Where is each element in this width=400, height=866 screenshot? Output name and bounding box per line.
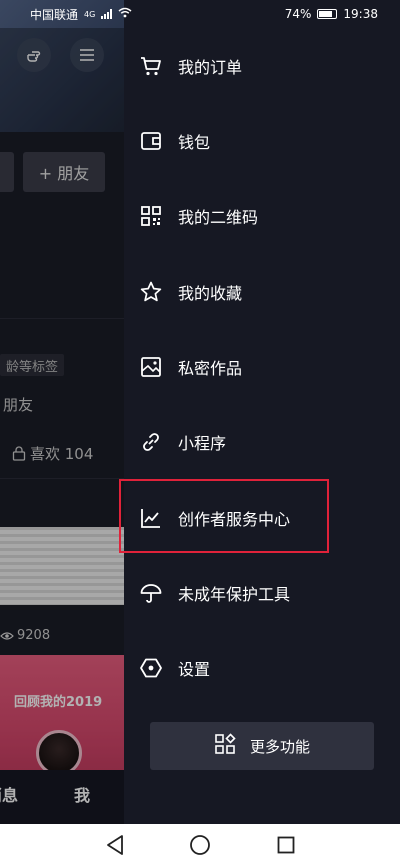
menu-item-creator-center[interactable]: 创作者服务中心 — [124, 490, 400, 546]
carrier-name: 中国联通 — [30, 7, 79, 22]
eye-icon — [0, 631, 14, 640]
menu-item-label: 设置 — [178, 660, 211, 679]
grid-icon — [214, 733, 236, 759]
menu-item-orders[interactable]: 我的订单 — [124, 38, 400, 94]
menu-item-private-works[interactable]: 私密作品 — [124, 339, 400, 395]
network-type: 4G — [84, 9, 96, 19]
clock: 19:38 — [343, 7, 378, 21]
thumbnail-title: 回顾我的2019 — [14, 695, 103, 710]
menu-item-label: 私密作品 — [178, 359, 243, 378]
profile-tag: 龄等标签 — [0, 354, 65, 376]
nav-messages[interactable]: 消息 — [0, 782, 18, 806]
side-drawer: 我的订单 钱包 我的二维码 我的收藏 私密作品 小程序 创作者服务中心 未成年保… — [124, 0, 400, 824]
signal-icon — [101, 9, 113, 19]
friends-text: 朋友 — [3, 396, 34, 414]
video-thumbnail[interactable] — [0, 527, 124, 605]
qr-code-icon — [138, 203, 164, 229]
more-functions-button[interactable]: 更多功能 — [150, 722, 374, 770]
more-functions-label: 更多功能 — [249, 737, 310, 756]
menu-item-mini-programs[interactable]: 小程序 — [124, 414, 400, 470]
menu-item-minor-protection[interactable]: 未成年保护工具 — [124, 565, 400, 621]
add-friends-button[interactable]: + 朋友 — [23, 152, 105, 192]
nav-me[interactable]: 我 — [74, 782, 90, 806]
menu-item-label: 创作者服务中心 — [178, 510, 291, 529]
divider — [0, 478, 124, 479]
battery-icon — [317, 9, 338, 19]
profile-tag-text: 龄等标签 — [6, 359, 59, 375]
edit-profile-button[interactable] — [0, 152, 14, 192]
menu-item-label: 我的订单 — [178, 58, 243, 77]
status-bar: 中国联通 4G 74% 19:38 — [0, 0, 400, 28]
background-profile-page: + 朋友 龄等标签 朋友 喜欢 104 9208 回顾我的2019 消息 我 — [0, 0, 124, 824]
cart-icon — [138, 53, 164, 79]
menu-item-label: 未成年保护工具 — [178, 585, 291, 604]
likes-tab[interactable]: 喜欢 104 — [12, 443, 93, 464]
system-nav-bar — [0, 824, 400, 866]
menu-item-label: 钱包 — [178, 133, 211, 152]
wallet-icon — [138, 128, 164, 154]
hamburger-icon — [80, 49, 94, 61]
link-icon — [138, 429, 164, 455]
divider — [0, 318, 124, 319]
likes-label: 喜欢 104 — [30, 445, 94, 463]
menu-item-label: 我的二维码 — [178, 208, 259, 227]
menu-item-label: 小程序 — [178, 434, 227, 453]
chart-icon — [138, 505, 164, 531]
wifi-icon — [118, 7, 132, 21]
hand-pointer-icon — [27, 51, 41, 62]
bottom-nav: 消息 我 — [0, 770, 124, 824]
menu-item-settings[interactable]: 设置 — [124, 640, 400, 696]
menu-item-qr-code[interactable]: 我的二维码 — [124, 188, 400, 244]
menu-item-favorites[interactable]: 我的收藏 — [124, 264, 400, 320]
battery-percent: 74% — [284, 7, 312, 21]
video-thumbnail[interactable]: 回顾我的2019 — [0, 655, 124, 785]
add-friends-label: + 朋友 — [38, 164, 90, 183]
back-button[interactable] — [103, 833, 127, 857]
status-left: 中国联通 4G — [30, 6, 132, 23]
back-icon — [107, 835, 123, 855]
hamburger-menu-button[interactable] — [70, 38, 104, 72]
settings-hexagon-icon — [138, 655, 164, 681]
image-icon — [138, 354, 164, 380]
home-icon — [190, 835, 210, 855]
view-count: 9208 — [0, 628, 50, 643]
recents-icon — [277, 836, 295, 854]
recents-button[interactable] — [274, 833, 298, 857]
umbrella-icon — [138, 580, 164, 606]
hand-pointer-button[interactable] — [17, 38, 51, 72]
star-icon — [138, 279, 164, 305]
home-button[interactable] — [188, 833, 212, 857]
status-right: 74% 19:38 — [285, 7, 378, 21]
view-count-value: 9208 — [17, 628, 51, 643]
lock-icon — [12, 446, 26, 461]
menu-item-wallet[interactable]: 钱包 — [124, 113, 400, 169]
menu-item-label: 我的收藏 — [178, 284, 243, 303]
